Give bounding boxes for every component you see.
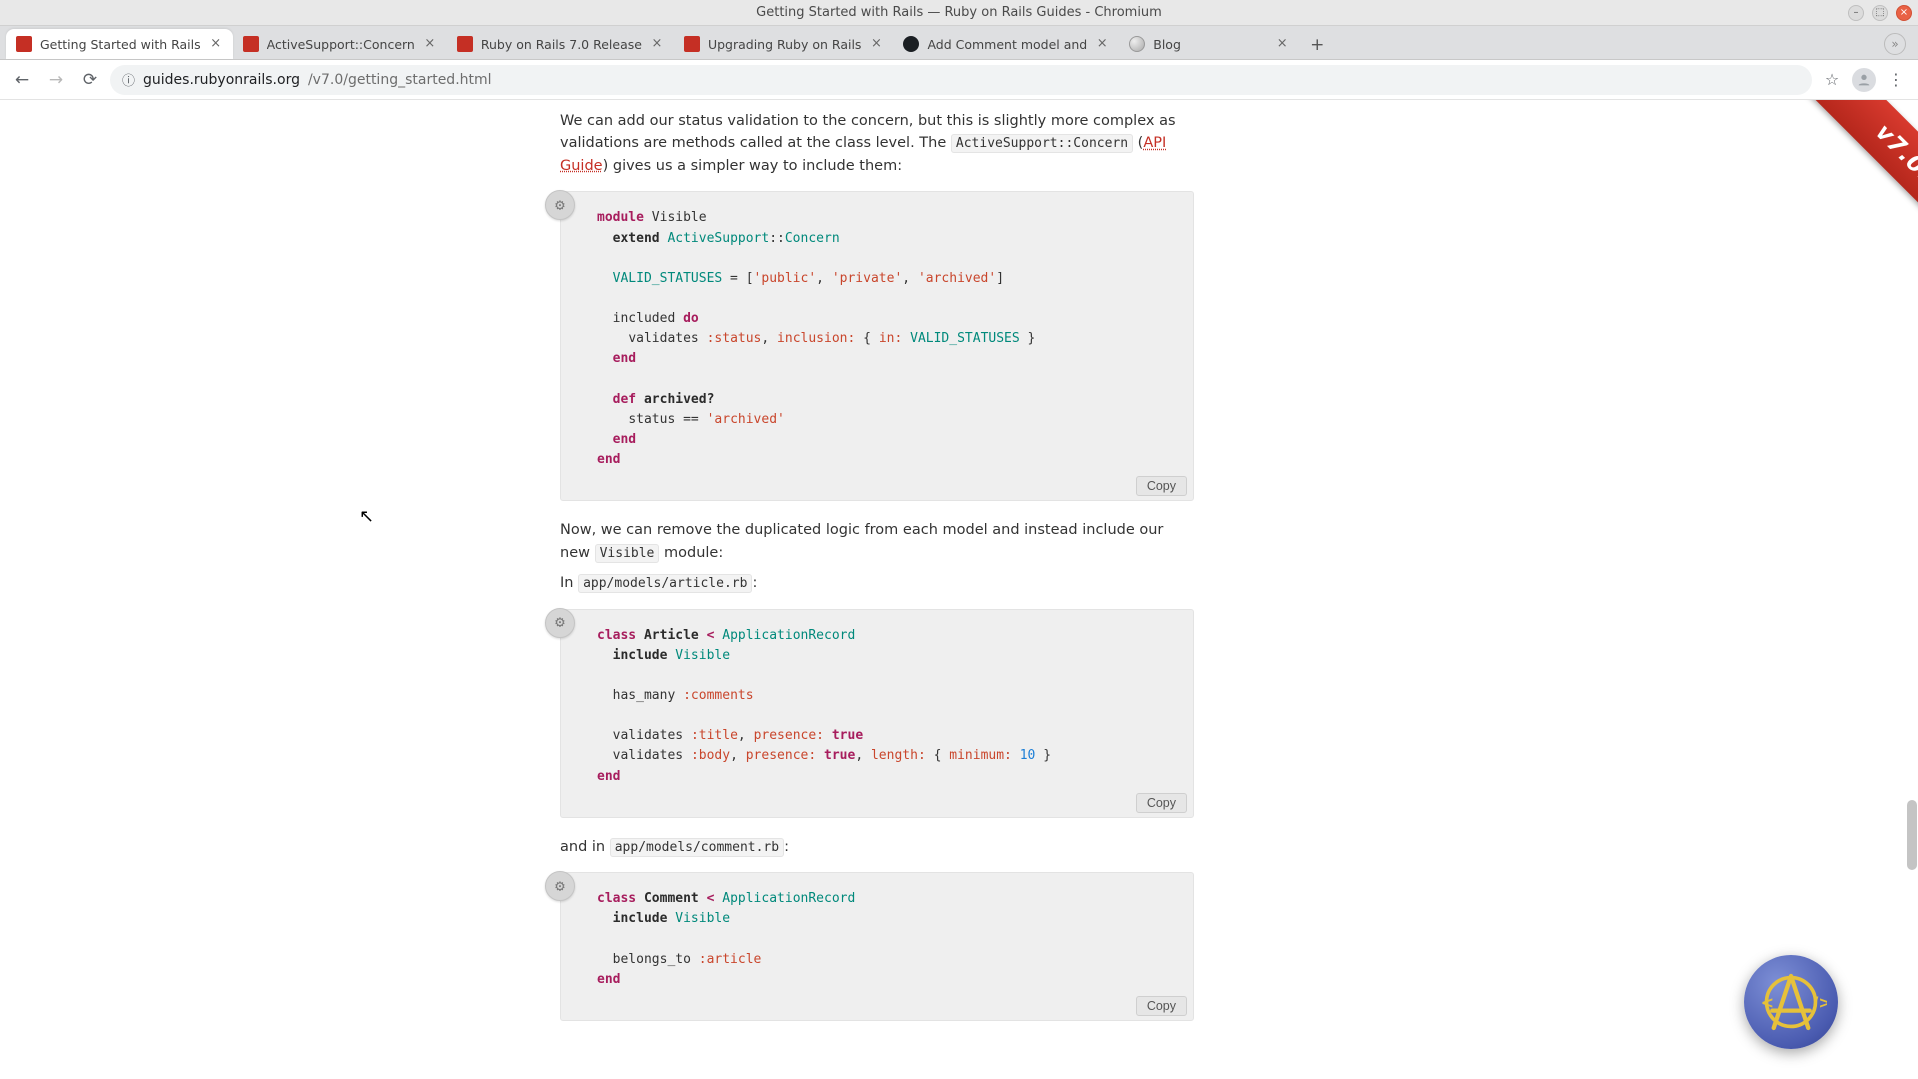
page-viewport: v7.0.0 We can add our status validation … xyxy=(0,100,1918,1079)
copy-button[interactable]: Copy xyxy=(1136,793,1187,813)
forward-button[interactable]: → xyxy=(42,66,70,94)
paragraph: Now, we can remove the duplicated logic … xyxy=(560,519,1194,564)
inline-code: Visible xyxy=(595,544,660,563)
tab-close-button[interactable]: × xyxy=(650,37,664,51)
window-maximize-button[interactable]: ⬚ xyxy=(1872,5,1888,21)
tab-getting-started[interactable]: Getting Started with Rails × xyxy=(6,29,233,59)
code: module Visible extend ActiveSupport::Con… xyxy=(597,208,1175,470)
tab-title: Blog xyxy=(1153,37,1267,52)
code: class Comment < ApplicationRecord includ… xyxy=(597,889,1175,990)
code-block-visible-module: ⚙ module Visible extend ActiveSupport::C… xyxy=(560,191,1194,501)
svg-text:<: < xyxy=(1761,993,1774,1012)
text: ) gives us a simpler way to include them… xyxy=(603,158,903,174)
floating-anarchy-button[interactable]: < /> xyxy=(1744,955,1838,1049)
person-icon xyxy=(1856,72,1872,88)
version-ribbon[interactable]: v7.0.0 xyxy=(1768,100,1918,250)
tab-close-button[interactable]: × xyxy=(1095,37,1109,51)
rails-favicon-icon xyxy=(684,36,700,52)
tab-title: ActiveSupport::Concern xyxy=(267,37,415,52)
copy-button[interactable]: Copy xyxy=(1136,476,1187,496)
window-titlebar: Getting Started with Rails — Ruby on Rai… xyxy=(0,0,1918,26)
tab-activesupport-concern[interactable]: ActiveSupport::Concern × xyxy=(233,29,447,59)
globe-favicon-icon xyxy=(1129,36,1145,52)
gear-icon[interactable]: ⚙ xyxy=(545,608,575,638)
tab-title: Upgrading Ruby on Rails xyxy=(708,37,861,52)
anarchy-icon: < /> xyxy=(1755,966,1827,1038)
address-bar[interactable]: ⓘ guides.rubyonrails.org/v7.0/getting_st… xyxy=(110,65,1812,95)
paragraph: In app/models/article.rb: xyxy=(560,572,1194,594)
window-controls: – ⬚ × xyxy=(1848,5,1912,21)
bookmark-star-icon[interactable]: ☆ xyxy=(1818,66,1846,94)
extensions-button[interactable]: » xyxy=(1884,33,1906,55)
gear-icon[interactable]: ⚙ xyxy=(545,871,575,901)
article-body: We can add our status validation to the … xyxy=(560,100,1194,1079)
tab-blog[interactable]: Blog × xyxy=(1119,29,1299,59)
gear-icon[interactable]: ⚙ xyxy=(545,190,575,220)
inline-code: ActiveSupport::Concern xyxy=(951,134,1133,153)
window-close-button[interactable]: × xyxy=(1896,5,1912,21)
paragraph: We can add our status validation to the … xyxy=(560,110,1194,177)
site-info-icon[interactable]: ⓘ xyxy=(122,70,135,89)
browser-toolbar: ← → ⟳ ⓘ guides.rubyonrails.org/v7.0/gett… xyxy=(0,60,1918,100)
tab-title: Ruby on Rails 7.0 Release xyxy=(481,37,642,52)
text: : xyxy=(784,839,789,855)
inline-code: app/models/article.rb xyxy=(578,574,752,593)
code-block-article-model: ⚙ class Article < ApplicationRecord incl… xyxy=(560,609,1194,818)
tab-close-button[interactable]: × xyxy=(1275,37,1289,51)
paragraph: and in app/models/comment.rb: xyxy=(560,836,1194,858)
text: module: xyxy=(659,545,723,561)
back-button[interactable]: ← xyxy=(8,66,36,94)
text: and in xyxy=(560,839,610,855)
tab-title: Add Comment model and xyxy=(927,37,1087,52)
new-tab-button[interactable]: + xyxy=(1303,31,1331,59)
copy-button[interactable]: Copy xyxy=(1136,996,1187,1016)
code-block-comment-model: ⚙ class Comment < ApplicationRecord incl… xyxy=(560,872,1194,1021)
tab-title: Getting Started with Rails xyxy=(40,37,201,52)
github-favicon-icon xyxy=(903,36,919,52)
svg-text:/>: /> xyxy=(1813,993,1827,1012)
kebab-menu-button[interactable]: ⋮ xyxy=(1882,66,1910,94)
window-title: Getting Started with Rails — Ruby on Rai… xyxy=(0,5,1918,20)
url-host: guides.rubyonrails.org xyxy=(143,72,300,88)
tab-close-button[interactable]: × xyxy=(209,37,223,51)
rails-favicon-icon xyxy=(457,36,473,52)
tab-close-button[interactable]: × xyxy=(423,37,437,51)
inline-code: app/models/comment.rb xyxy=(610,838,784,857)
rails-favicon-icon xyxy=(243,36,259,52)
reload-button[interactable]: ⟳ xyxy=(76,66,104,94)
tab-close-button[interactable]: × xyxy=(869,37,883,51)
tab-strip: Getting Started with Rails × ActiveSuppo… xyxy=(0,26,1918,60)
text: In xyxy=(560,575,578,591)
text: : xyxy=(752,575,757,591)
text: ( xyxy=(1133,135,1143,151)
code: class Article < ApplicationRecord includ… xyxy=(597,626,1175,787)
tab-github-add-comment[interactable]: Add Comment model and × xyxy=(893,29,1119,59)
url-path: /v7.0/getting_started.html xyxy=(308,72,492,88)
window-minimize-button[interactable]: – xyxy=(1848,5,1864,21)
tab-upgrading-rails[interactable]: Upgrading Ruby on Rails × xyxy=(674,29,893,59)
mouse-cursor-icon: ↖ xyxy=(359,506,374,527)
rails-favicon-icon xyxy=(16,36,32,52)
tab-rails-7-release[interactable]: Ruby on Rails 7.0 Release × xyxy=(447,29,674,59)
profile-avatar-button[interactable] xyxy=(1852,68,1876,92)
scrollbar-thumb[interactable] xyxy=(1907,800,1917,870)
version-ribbon-label: v7.0.0 xyxy=(1786,100,1918,283)
